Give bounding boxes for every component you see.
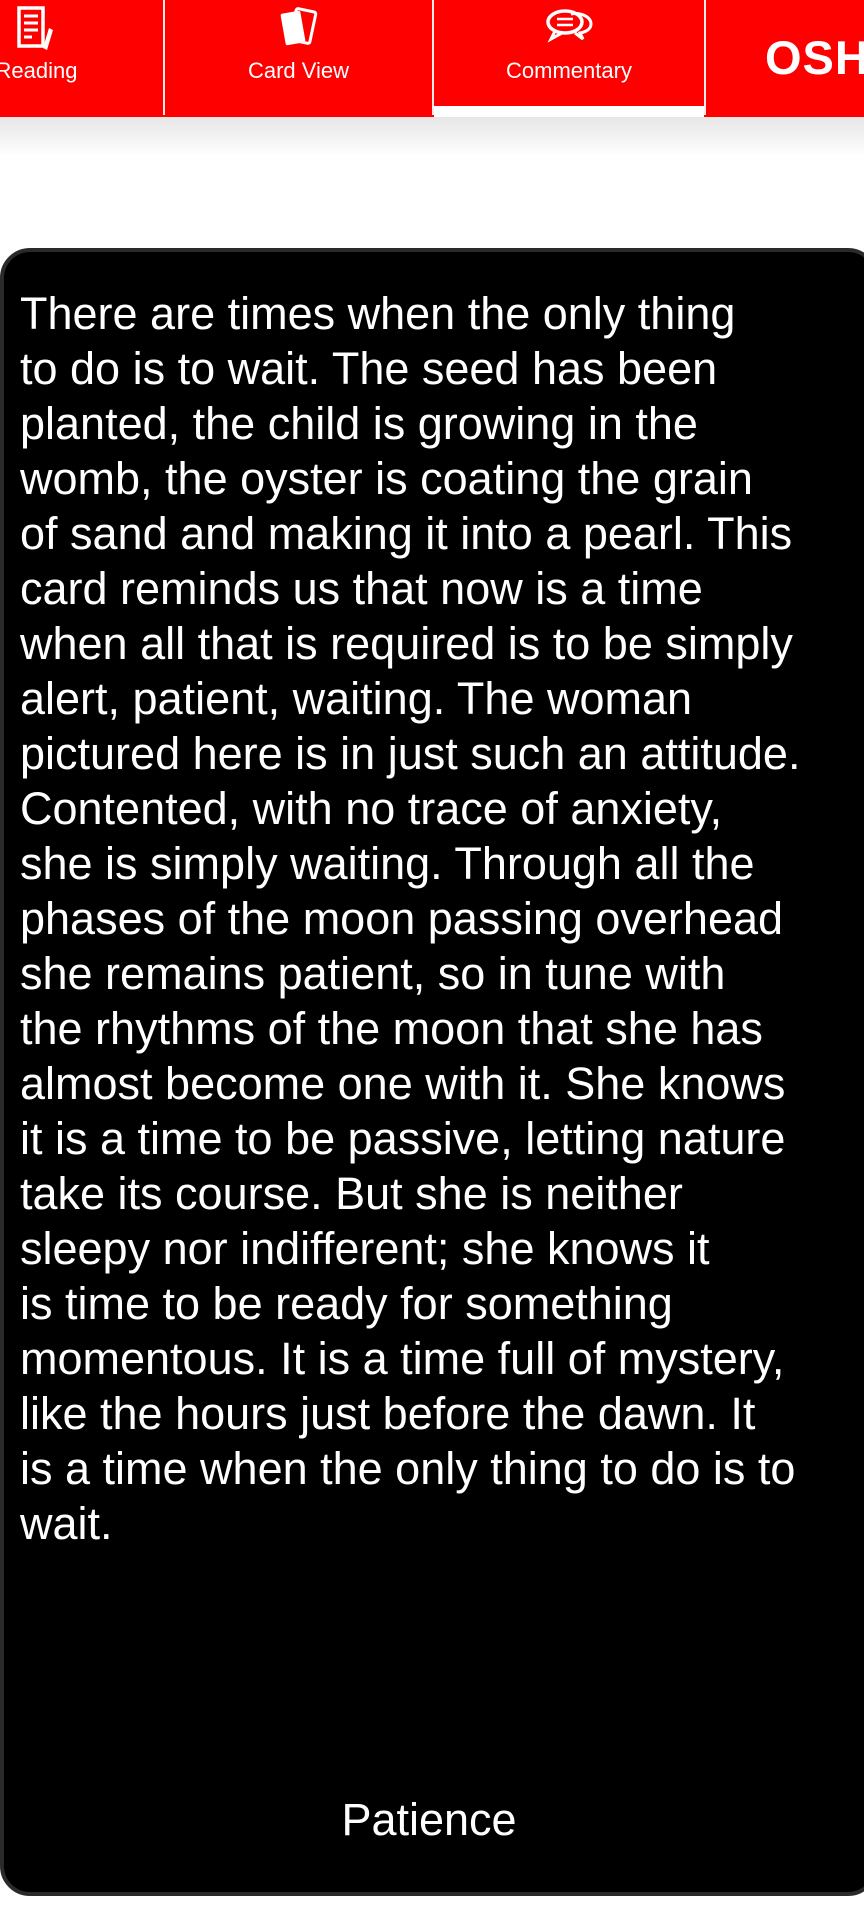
tab-reading-label: Reading: [0, 58, 78, 83]
tab-card-view-label: Card View: [247, 58, 350, 83]
document-pen-icon: [16, 6, 53, 50]
card-title: Patience: [341, 1794, 517, 1845]
brand-logo: OSHO: [765, 31, 864, 84]
tab-reading[interactable]: Reading: [0, 0, 163, 117]
speech-bubbles-icon: [546, 9, 593, 43]
cards-icon: [280, 7, 317, 46]
tab-card-view[interactable]: Card View: [165, 0, 432, 117]
tab-commentary[interactable]: Commentary: [434, 0, 704, 117]
top-tab-bar: Reading Card View Commentary OSHO: [0, 0, 864, 117]
active-tab-indicator: [434, 106, 704, 117]
tab-commentary-label: Commentary: [506, 58, 632, 83]
commentary-text: There are times when the only thing to d…: [20, 288, 801, 1549]
tab-divider: [704, 0, 706, 115]
app-screen: Reading Card View Commentary OSHO: [0, 0, 864, 1920]
header-shadow: [0, 117, 864, 157]
commentary-card: There are times when the only thing to d…: [0, 248, 864, 1896]
